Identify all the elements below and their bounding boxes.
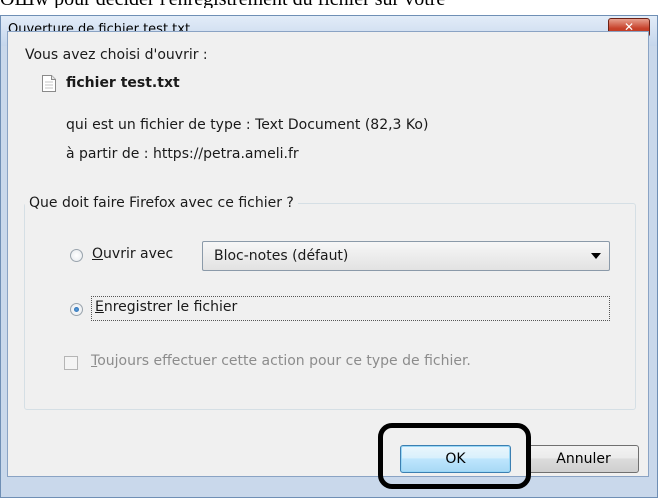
save-file-label-rest: nregistrer le fichier: [103, 299, 238, 315]
save-file-label[interactable]: Enregistrer le fichier: [95, 299, 237, 315]
save-file-radio[interactable]: [70, 303, 83, 316]
open-with-accesskey: O: [92, 246, 104, 262]
always-do-this-checkbox[interactable]: [64, 356, 78, 370]
application-select-value: Bloc-notes (défaut): [214, 248, 349, 264]
chevron-down-icon: [591, 253, 601, 259]
open-with-label[interactable]: Ouvrir avec: [92, 246, 173, 262]
cancel-button[interactable]: Annuler: [528, 445, 639, 473]
ok-button-highlight-circle: [378, 423, 531, 489]
open-with-radio[interactable]: [70, 249, 83, 262]
intro-label: Vous avez choisi d'ouvrir :: [25, 47, 208, 63]
background-page-text: ОШw pour décider l'enregistrement du fic…: [0, 0, 658, 8]
file-type-line: qui est un fichier de type : Text Docume…: [66, 117, 429, 133]
always-do-this-label-rest: oujours effectuer cette action pour ce t…: [97, 353, 471, 369]
text-file-icon: [42, 75, 56, 92]
action-group-legend: Que doit faire Firefox avec ce fichier ?: [25, 195, 298, 211]
application-select[interactable]: Bloc-notes (défaut): [202, 241, 610, 271]
open-with-label-rest: uvrir avec: [103, 246, 174, 262]
file-name: fichier test.txt: [66, 75, 180, 91]
always-do-this-label[interactable]: Toujours effectuer cette action pour ce …: [91, 353, 471, 369]
source-url-line: à partir de : https://petra.ameli.fr: [66, 146, 299, 162]
save-file-accesskey: E: [95, 299, 104, 315]
